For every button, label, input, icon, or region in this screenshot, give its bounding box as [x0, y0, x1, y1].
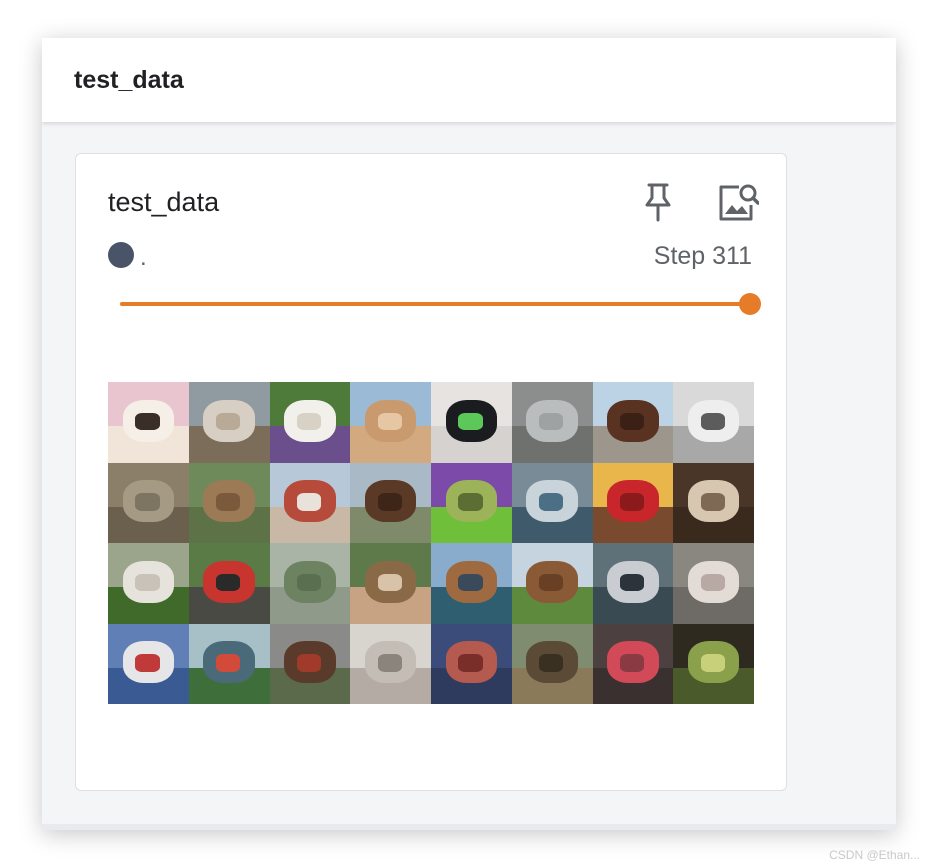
- tile-shape: [296, 493, 322, 511]
- image-tile-ship: [592, 543, 674, 624]
- tile-shape: [700, 654, 725, 672]
- tile-shape: [539, 573, 564, 592]
- tile-shape: [458, 412, 483, 431]
- tile-shape: [700, 493, 725, 511]
- image-tile-ship: [431, 543, 512, 624]
- run-color-dot: [108, 242, 134, 268]
- image-tile-horse: [350, 462, 431, 543]
- tile-shape: [377, 412, 402, 431]
- slider-fill: [120, 302, 750, 306]
- card-title: test_data: [108, 187, 220, 217]
- tile-shape: [216, 412, 241, 431]
- tile-shape: [296, 412, 322, 431]
- tile-shape: [216, 654, 241, 672]
- image-tile-horse: [592, 382, 674, 463]
- image-tile-truck: [188, 543, 270, 624]
- image-tile-bird: [350, 543, 431, 624]
- image-tile-horse: [188, 382, 270, 463]
- image-tile-frog: [431, 462, 512, 543]
- image-tile-airplane: [431, 382, 512, 463]
- image-grid[interactable]: [108, 382, 754, 704]
- tile-shape: [216, 493, 241, 511]
- image-tile-frog: [673, 623, 754, 704]
- image-tile-dog: [592, 623, 674, 704]
- image-tile-frog: [108, 462, 189, 543]
- image-tile-ship: [108, 623, 189, 704]
- tile-shape: [135, 573, 160, 592]
- tile-shape: [216, 573, 241, 592]
- tile-shape: [458, 573, 483, 592]
- tile-shape: [539, 654, 564, 672]
- pin-icon: [645, 183, 671, 222]
- tile-shape: [619, 412, 645, 431]
- image-tile-truck: [269, 623, 351, 704]
- tile-shape: [539, 412, 564, 431]
- tile-shape: [296, 573, 322, 592]
- image-tile-ship: [188, 623, 270, 704]
- tile-shape: [377, 654, 402, 672]
- image-tile-automobile: [673, 382, 754, 463]
- tile-shape: [377, 493, 402, 511]
- tile-shape: [700, 573, 725, 592]
- image-tile-cat: [350, 382, 431, 463]
- pin-button[interactable]: [634, 178, 682, 226]
- tile-shape: [458, 493, 483, 511]
- section-header: test_data: [42, 38, 896, 122]
- tile-shape: [619, 654, 645, 672]
- enlarge-image-button[interactable]: [714, 178, 762, 226]
- slider-thumb[interactable]: [739, 293, 761, 315]
- tile-shape: [135, 412, 160, 431]
- tile-shape: [539, 493, 564, 511]
- image-tile-automobile: [592, 462, 674, 543]
- image-tile-ship: [431, 623, 512, 704]
- image-tile-deer: [511, 623, 593, 704]
- image-tile-dog: [108, 543, 189, 624]
- run-label: .: [140, 244, 147, 271]
- image-search-icon: [719, 184, 759, 221]
- image-tile-airplane: [350, 623, 431, 704]
- tile-shape: [135, 654, 160, 672]
- step-slider[interactable]: [120, 288, 761, 320]
- image-card: test_data . Step 311: [75, 153, 787, 791]
- tile-shape: [619, 573, 645, 592]
- image-tile-dog: [673, 462, 754, 543]
- image-tile-deer: [188, 462, 270, 543]
- image-tile-frog: [269, 543, 351, 624]
- tile-shape: [458, 654, 483, 672]
- image-tile-ship: [269, 462, 351, 543]
- tile-shape: [700, 412, 725, 431]
- image-tile-automobile: [511, 382, 593, 463]
- step-label: Step 311: [653, 242, 752, 270]
- watermark: CSDN @Ethan...: [829, 848, 920, 862]
- image-tile-dog: [108, 382, 189, 463]
- tile-shape: [377, 573, 402, 592]
- tile-shape: [619, 493, 645, 511]
- section-title: test_data: [74, 66, 184, 94]
- image-dashboard-window: test_data test_data . Step 311: [42, 38, 896, 830]
- tile-shape: [135, 493, 160, 511]
- image-tile-ship: [673, 543, 754, 624]
- bottom-divider: [42, 824, 896, 830]
- image-tile-ship: [511, 462, 593, 543]
- image-tile-horse: [511, 543, 593, 624]
- tile-shape: [296, 654, 322, 672]
- image-tile-dog: [269, 382, 351, 463]
